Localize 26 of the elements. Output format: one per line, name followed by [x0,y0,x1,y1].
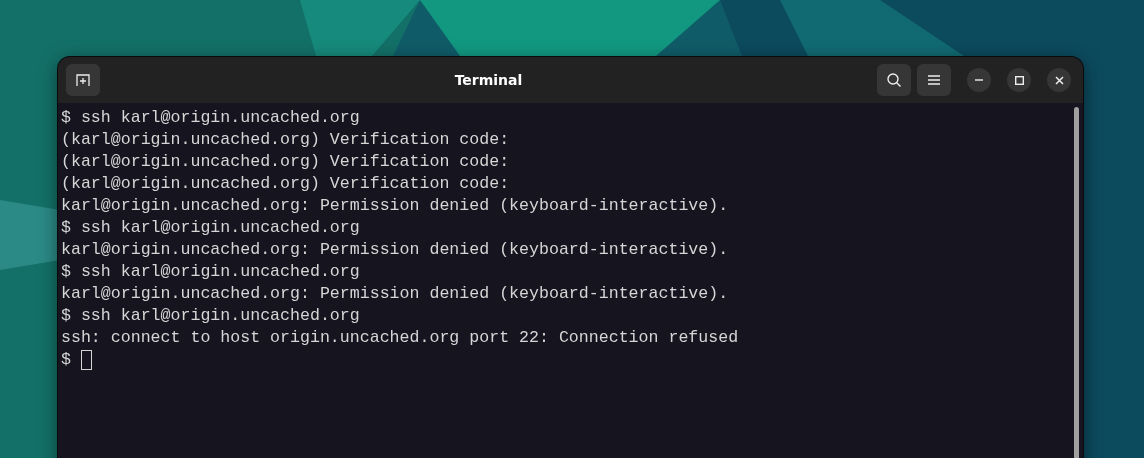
close-icon [1054,75,1064,85]
terminal-line: karl@origin.uncached.org: Permission denied (keyboard-interactive). [61,283,730,305]
window-title: Terminal [453,72,524,88]
terminal-line: $ ssh karl@origin.uncached.org [61,261,361,283]
prompt: $ [61,349,71,371]
terminal-line: karl@origin.uncached.org: Permission denied (keyboard-interactive). [61,239,730,261]
maximize-button[interactable] [1007,68,1031,92]
terminal-line: $ ssh karl@origin.uncached.org [61,305,361,327]
minimize-button[interactable] [967,68,991,92]
terminal-line: (karl@origin.uncached.org) Verification code: [61,151,511,173]
new-tab-button[interactable] [66,64,100,96]
menu-button[interactable] [917,64,951,96]
terminal-line: $ ssh karl@origin.uncached.org [61,107,361,129]
search-icon [886,72,902,88]
close-button[interactable] [1047,68,1071,92]
menu-icon [928,75,940,85]
maximize-icon [1014,75,1024,85]
terminal-line: (karl@origin.uncached.org) Verification code: [61,173,511,195]
terminal-line: (karl@origin.uncached.org) Verification code: [61,129,511,151]
terminal-line: ssh: connect to host origin.uncached.org port 22: Connection refused [61,327,740,349]
scrollbar[interactable] [1074,107,1079,458]
terminal-line: karl@origin.uncached.org: Permission denied (keyboard-interactive). [61,195,730,217]
search-button[interactable] [877,64,911,96]
new-tab-icon [75,72,91,88]
terminal-line: $ ssh karl@origin.uncached.org [61,217,361,239]
cursor [80,350,92,370]
